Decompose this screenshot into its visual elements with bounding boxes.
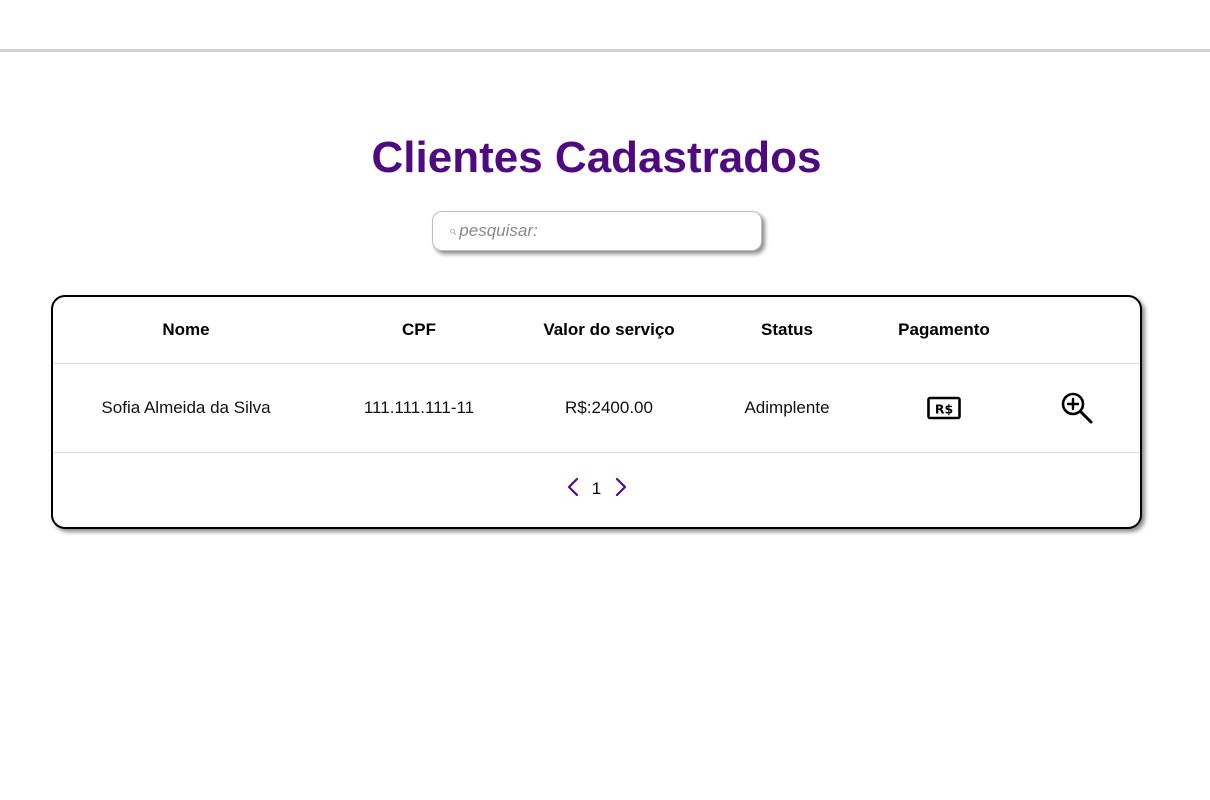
table-row: Sofia Almeida da Silva 111.111.111-11 R$… <box>53 364 1140 453</box>
column-header-pagamento: Pagamento <box>898 320 990 339</box>
search-input[interactable] <box>459 221 730 241</box>
top-bar <box>0 0 1210 52</box>
cell-status: Adimplente <box>744 398 830 417</box>
chevron-left-icon[interactable] <box>564 475 582 499</box>
column-header-actions <box>1013 297 1140 363</box>
payment-icon[interactable]: R$ <box>927 396 961 420</box>
column-header-status: Status <box>761 320 813 339</box>
page-title: Clientes Cadastrados <box>371 133 822 182</box>
zoom-in-icon[interactable] <box>1060 391 1094 425</box>
cell-valor: R$:2400.00 <box>565 398 653 417</box>
column-header-nome: Nome <box>162 320 210 339</box>
chevron-right-icon[interactable] <box>612 475 630 499</box>
cell-nome: Sofia Almeida da Silva <box>101 398 271 417</box>
cell-actions <box>1013 364 1140 452</box>
column-header-valor: Valor do serviço <box>543 320 675 339</box>
table-header-row: Nome CPF Valor do serviço Status Pagamen… <box>53 297 1140 364</box>
column-header-cpf: CPF <box>402 320 436 339</box>
pagination: 1 <box>53 467 1140 507</box>
page-number[interactable]: 1 <box>590 476 604 499</box>
cell-pagamento: R$ <box>875 364 1013 452</box>
clients-table: Nome CPF Valor do serviço Status Pagamen… <box>51 295 1142 529</box>
cell-cpf: 111.111.111-11 <box>363 398 475 417</box>
search-box[interactable]: ⌕ <box>432 211 762 251</box>
search-icon: ⌕ <box>449 223 457 238</box>
svg-text:R$: R$ <box>935 402 953 417</box>
